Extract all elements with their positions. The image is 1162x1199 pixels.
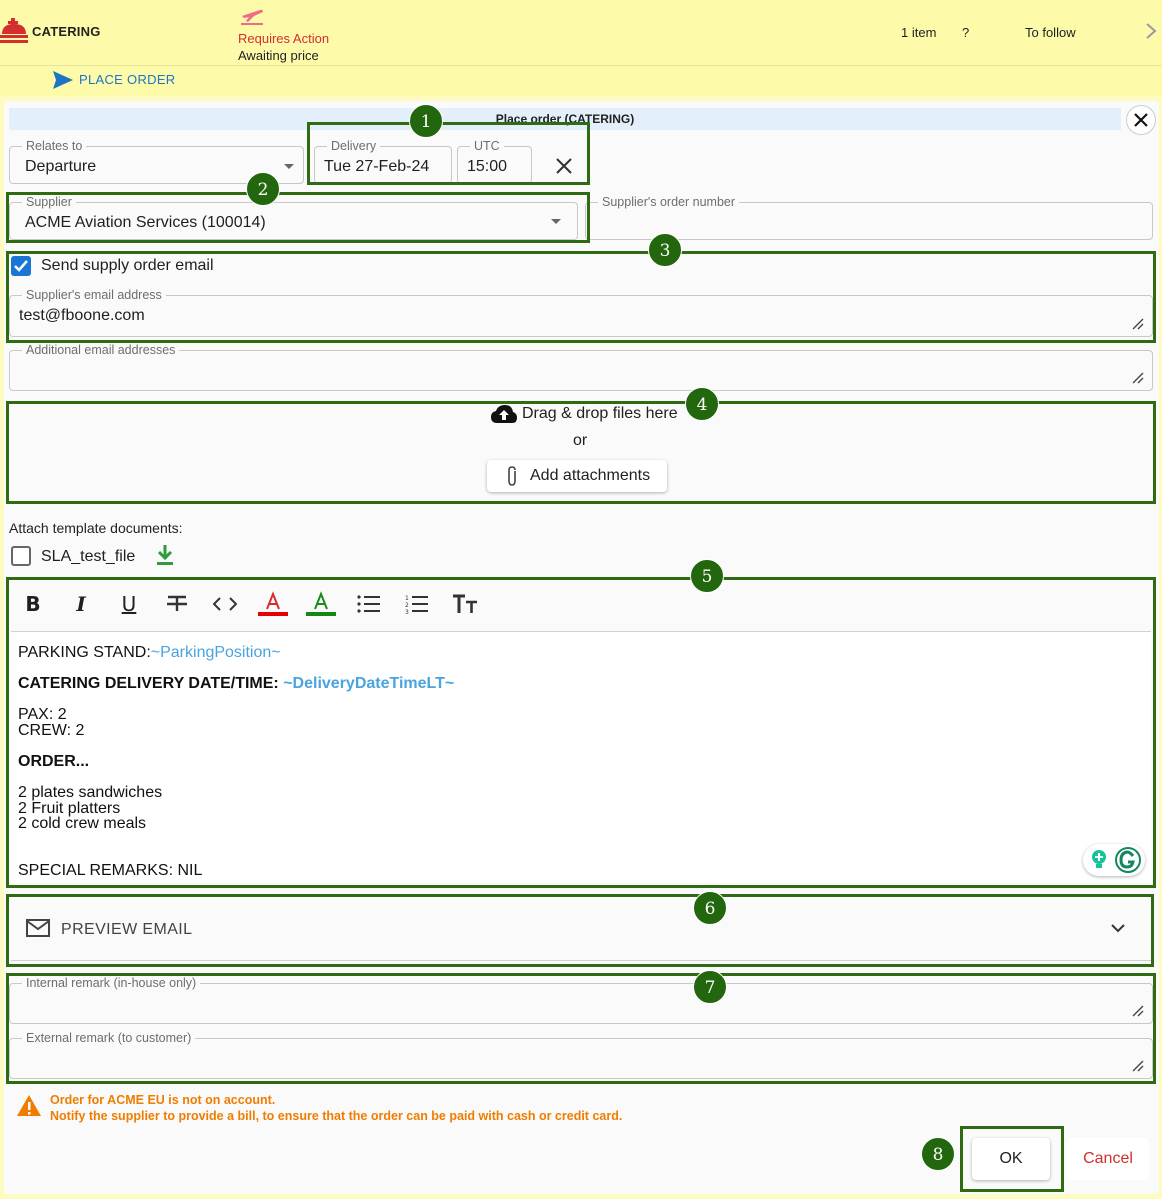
bold-icon[interactable]: B: [18, 591, 48, 617]
chevron-down-icon: [1111, 924, 1125, 933]
add-attachments-label: Add attachments: [530, 467, 651, 484]
internal-remark-label: Internal remark (in-house only): [22, 976, 201, 990]
dropzone-text: Drag & drop files here: [522, 405, 678, 422]
preview-email-panel[interactable]: PREVIEW EMAIL: [11, 897, 1151, 961]
warning-line-1: Order for ACME EU is not on account.: [50, 1093, 276, 1107]
add-attachments-button[interactable]: Add attachments: [487, 460, 667, 492]
place-order-dialog: Place order (CATERING) Relates to Depart…: [4, 101, 1159, 1194]
warning-line-2: Notify the supplier to provide a bill, t…: [50, 1109, 623, 1123]
svg-text:1: 1: [405, 595, 409, 602]
additional-emails-label: Additional email addresses: [22, 343, 180, 357]
relates-to-value: Departure: [25, 158, 97, 175]
annotation-badge-5: 5: [690, 559, 724, 593]
dialog-title: Place order (CATERING): [9, 108, 1121, 130]
delivery-label: Delivery: [327, 139, 381, 153]
utc-time-field[interactable]: UTC 15:00: [457, 139, 532, 184]
departure-plane-icon: [241, 9, 263, 25]
status-subtext: Awaiting price: [238, 48, 319, 63]
utc-label: UTC: [470, 139, 504, 153]
annotation-badge-6: 6: [693, 891, 727, 925]
to-follow-status: To follow: [1025, 25, 1076, 40]
template-doc-name: SLA_test_file: [41, 548, 136, 565]
supplier-email-value: test@fboone.com: [19, 307, 145, 324]
annotation-badge-4: 4: [685, 387, 719, 421]
supplier-value: ACME Aviation Services (100014): [25, 214, 266, 231]
supplier-order-number-label: Supplier's order number: [598, 195, 740, 209]
chevron-right-icon[interactable]: [1144, 22, 1158, 40]
delivery-date-field[interactable]: Delivery Tue 27-Feb-24: [314, 139, 452, 184]
preview-email-label: PREVIEW EMAIL: [61, 921, 193, 938]
ok-button[interactable]: OK: [972, 1138, 1050, 1180]
svg-text:2: 2: [405, 602, 409, 609]
service-category-label: CATERING: [32, 24, 101, 39]
status-text: Requires Action: [238, 31, 330, 46]
grammarly-icon: [1115, 847, 1141, 873]
send-email-checkbox[interactable]: [11, 256, 31, 276]
highlight-color-icon[interactable]: [306, 591, 336, 617]
delivery-value: Tue 27-Feb-24: [324, 158, 430, 175]
catering-icon: [0, 18, 28, 43]
resize-handle-icon[interactable]: [1132, 1060, 1144, 1072]
editor-line-order-item: 2 cold crew meals: [18, 815, 147, 832]
numbered-list-icon[interactable]: 1 2 3: [402, 591, 432, 617]
items-count: 1 item: [901, 25, 937, 40]
download-icon[interactable]: [156, 544, 174, 566]
paperclip-icon: [508, 466, 516, 486]
template-docs-label: Attach template documents:: [9, 520, 183, 536]
bullet-list-icon[interactable]: [354, 591, 384, 617]
internal-remark-field[interactable]: Internal remark (in-house only): [9, 976, 1153, 1024]
clear-delivery-icon[interactable]: [556, 158, 572, 174]
additional-emails-field[interactable]: Additional email addresses: [9, 343, 1153, 391]
svg-text:3: 3: [405, 609, 409, 614]
annotation-badge-8: 8: [921, 1137, 955, 1171]
underline-icon[interactable]: U: [114, 591, 144, 617]
send-email-label: Send supply order email: [41, 257, 214, 274]
dropzone-or: or: [573, 432, 588, 449]
external-remark-label: External remark (to customer): [22, 1031, 196, 1045]
dropdown-caret-icon: [551, 219, 561, 224]
editor-line-remarks: SPECIAL REMARKS: NIL: [18, 862, 203, 879]
supplier-email-label: Supplier's email address: [22, 288, 166, 302]
checkmark-icon: [14, 260, 28, 272]
service-header[interactable]: CATERING Requires Action Awaiting price …: [0, 0, 1162, 66]
annotation-badge-2: 2: [246, 172, 280, 206]
resize-handle-icon[interactable]: [1132, 372, 1144, 384]
lightbulb-icon: [1092, 850, 1106, 868]
external-remark-field[interactable]: External remark (to customer): [9, 1031, 1153, 1079]
annotation-badge-3: 3: [648, 233, 682, 267]
editor-line-order: ORDER...: [18, 753, 90, 770]
dropdown-caret-icon: [284, 164, 294, 169]
strikethrough-icon[interactable]: [162, 591, 192, 617]
grammarly-widget[interactable]: [1083, 844, 1145, 876]
warning-icon: [17, 1095, 41, 1116]
action-row: PLACE ORDER: [0, 66, 1162, 96]
send-icon[interactable]: [52, 70, 74, 90]
supplier-select[interactable]: Supplier ACME Aviation Services (100014): [9, 195, 578, 240]
close-icon: [1134, 113, 1148, 127]
editor-line-delivery: CATERING DELIVERY DATE/TIME: ~DeliveryDa…: [18, 675, 455, 692]
cancel-button[interactable]: Cancel: [1067, 1138, 1149, 1180]
place-order-link[interactable]: PLACE ORDER: [79, 72, 176, 87]
supplier-email-field[interactable]: Supplier's email address test@fboone.com: [9, 288, 1153, 337]
template-doc-checkbox[interactable]: [11, 546, 31, 566]
code-icon[interactable]: [210, 591, 240, 617]
text-size-icon[interactable]: [450, 591, 480, 617]
resize-handle-icon[interactable]: [1132, 318, 1144, 330]
supplier-label: Supplier: [22, 195, 76, 209]
editor-line-parking: PARKING STAND:~ParkingPosition~: [18, 644, 281, 661]
editor-line-crew: CREW: 2: [18, 722, 85, 739]
relates-to-label: Relates to: [22, 139, 87, 153]
email-body-editor[interactable]: PARKING STAND:~ParkingPosition~ CATERING…: [11, 631, 1151, 883]
resize-handle-icon[interactable]: [1132, 1005, 1144, 1017]
annotation-badge-7: 7: [693, 970, 727, 1004]
text-color-icon[interactable]: [258, 591, 288, 617]
cloud-upload-icon: [491, 405, 517, 423]
annotation-badge-1: 1: [409, 104, 443, 138]
utc-value: 15:00: [467, 158, 508, 175]
close-button[interactable]: [1126, 105, 1156, 135]
envelope-icon: [26, 919, 50, 937]
italic-icon[interactable]: I: [66, 591, 96, 617]
unknown-value: ?: [962, 25, 970, 40]
